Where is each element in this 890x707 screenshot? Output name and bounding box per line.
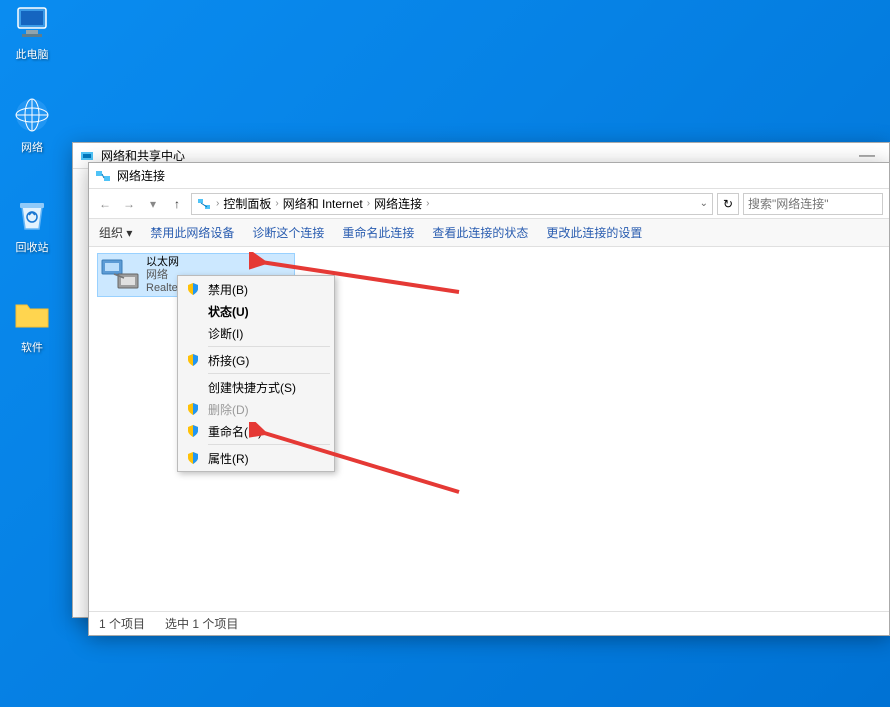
context-menu-diagnose[interactable]: 诊断(I)	[180, 322, 332, 344]
desktop-icon-this-pc[interactable]: 此电脑	[2, 2, 62, 62]
window-network-connections: 网络连接 ← → ▾ ↑ › 控制面板 › 网络和 Internet › 网络连…	[88, 162, 890, 636]
search-input[interactable]	[743, 193, 883, 215]
menu-separator	[208, 373, 330, 374]
nav-forward-button[interactable]: →	[119, 194, 139, 214]
status-item-count: 1 个项目	[99, 615, 145, 632]
desktop-icon-software[interactable]: 软件	[2, 295, 62, 355]
computer-icon	[12, 2, 52, 42]
desktop-icon-network[interactable]: 网络	[2, 95, 62, 155]
toolbar-diagnose[interactable]: 诊断这个连接	[252, 224, 324, 241]
folder-icon	[12, 295, 52, 335]
recycle-bin-icon	[12, 195, 52, 235]
desktop-icon-label: 软件	[21, 339, 43, 355]
context-menu-bridge[interactable]: 桥接(G)	[180, 349, 332, 371]
toolbar-disable[interactable]: 禁用此网络设备	[150, 224, 234, 241]
breadcrumb-icon	[196, 196, 212, 212]
desktop-icon-label: 此电脑	[16, 46, 49, 62]
breadcrumb-item[interactable]: 控制面板	[223, 195, 271, 212]
context-menu: 禁用(B) 状态(U) 诊断(I) 桥接(G) 创建快捷方式(S) 删除(D)	[177, 275, 335, 472]
toolbar-change[interactable]: 更改此连接的设置	[546, 224, 642, 241]
menu-separator	[208, 346, 330, 347]
context-menu-disable[interactable]: 禁用(B)	[180, 278, 332, 300]
shield-icon	[186, 282, 200, 296]
globe-icon	[12, 95, 52, 135]
shield-icon	[186, 451, 200, 465]
toolbar-organize[interactable]: 组织 ▾	[99, 224, 132, 241]
network-icon	[95, 168, 111, 184]
desktop-icon-label: 回收站	[16, 239, 49, 255]
nav-dropdown-button[interactable]: ▾	[143, 194, 163, 214]
status-selected-count: 选中 1 个项目	[165, 615, 238, 632]
context-menu-delete[interactable]: 删除(D)	[180, 398, 332, 420]
title-bar[interactable]: 网络连接	[89, 163, 889, 189]
nav-up-button[interactable]: ↑	[167, 194, 187, 214]
breadcrumb-separator: ›	[367, 198, 370, 209]
context-menu-properties[interactable]: 属性(R)	[180, 447, 332, 469]
context-menu-shortcut[interactable]: 创建快捷方式(S)	[180, 376, 332, 398]
menu-separator	[208, 444, 330, 445]
address-bar: ← → ▾ ↑ › 控制面板 › 网络和 Internet › 网络连接 › ⌄…	[89, 189, 889, 219]
breadcrumb-separator: ›	[275, 198, 278, 209]
shield-icon	[186, 353, 200, 367]
breadcrumb-dropdown-button[interactable]: ⌄	[700, 198, 708, 209]
breadcrumb-separator: ›	[216, 198, 219, 209]
desktop-icon-label: 网络	[21, 139, 43, 155]
desktop-icon-recycle-bin[interactable]: 回收站	[2, 195, 62, 255]
shield-icon	[186, 402, 200, 416]
nav-back-button[interactable]: ←	[95, 194, 115, 214]
context-menu-status[interactable]: 状态(U)	[180, 300, 332, 322]
toolbar: 组织 ▾ 禁用此网络设备 诊断这个连接 重命名此连接 查看此连接的状态 更改此连…	[89, 219, 889, 247]
connection-name: 以太网	[146, 256, 183, 269]
ethernet-icon	[100, 256, 142, 294]
refresh-button[interactable]: ↻	[717, 193, 739, 215]
breadcrumb-separator: ›	[426, 198, 429, 209]
context-menu-rename[interactable]: 重命名(M)	[180, 420, 332, 442]
toolbar-status[interactable]: 查看此连接的状态	[432, 224, 528, 241]
shield-icon	[186, 424, 200, 438]
window-title: 网络连接	[117, 167, 883, 184]
status-bar: 1 个项目 选中 1 个项目	[89, 611, 889, 635]
breadcrumb[interactable]: › 控制面板 › 网络和 Internet › 网络连接 › ⌄	[191, 193, 713, 215]
toolbar-rename[interactable]: 重命名此连接	[342, 224, 414, 241]
breadcrumb-item[interactable]: 网络连接	[374, 195, 422, 212]
content-area: 以太网 网络 Realtek 禁用(B) 状态(U) 诊断(I) 桥接(G)	[89, 247, 889, 611]
breadcrumb-item[interactable]: 网络和 Internet	[283, 195, 363, 212]
